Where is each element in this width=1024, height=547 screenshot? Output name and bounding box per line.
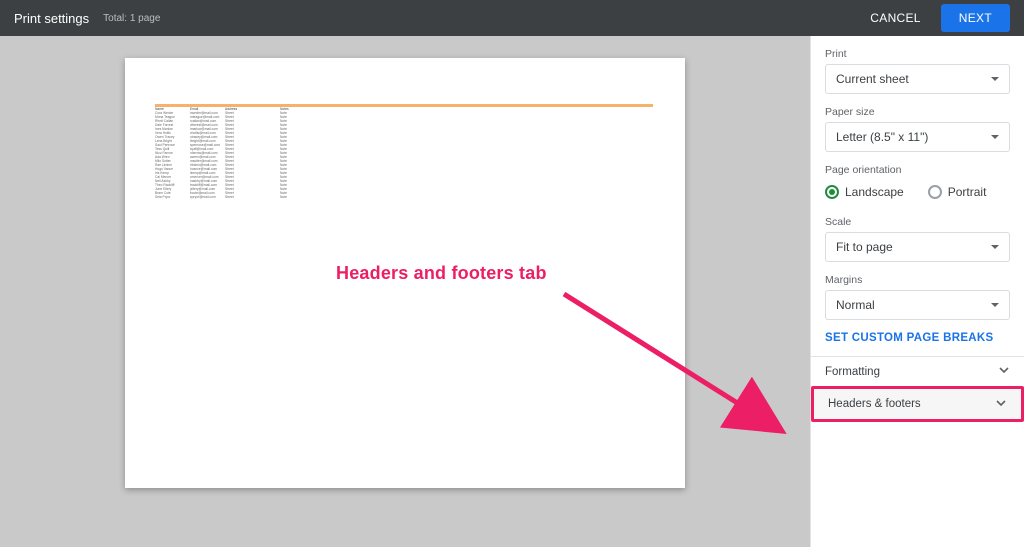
margins-value: Normal [836,298,875,312]
formatting-section-label: Formatting [825,366,880,378]
topbar: Print settings Total: 1 page CANCEL NEXT [0,0,1024,36]
chevron-down-icon [998,364,1010,379]
next-button[interactable]: NEXT [941,4,1010,32]
chevron-down-icon [995,397,1007,412]
orientation-landscape-label: Landscape [845,185,904,199]
orientation-landscape-option[interactable]: Landscape [825,185,904,199]
print-settings-sidebar: Print Current sheet Paper size Letter (8… [810,36,1024,547]
preview-cell: spryor@mail.com [190,195,225,199]
headers-footers-highlight: Headers & footers [811,386,1024,422]
page-orientation-label: Page orientation [825,164,1010,176]
preview-cell: Street [225,195,280,199]
orientation-portrait-label: Portrait [948,185,987,199]
radio-unchecked-icon [928,185,942,199]
preview-cell: Note [280,195,335,199]
paper-size-label: Paper size [825,106,1010,118]
print-range-select[interactable]: Current sheet [825,64,1010,94]
caret-down-icon [991,245,999,249]
caret-down-icon [991,303,999,307]
paper-size-value: Letter (8.5" x 11") [836,130,928,144]
preview-cell: Sela Pryor [155,195,190,199]
margins-select[interactable]: Normal [825,290,1010,320]
print-range-value: Current sheet [836,72,909,86]
orientation-portrait-option[interactable]: Portrait [928,185,987,199]
caret-down-icon [991,135,999,139]
radio-checked-icon [825,185,839,199]
cancel-button[interactable]: CANCEL [856,11,934,25]
formatting-section[interactable]: Formatting [811,356,1024,386]
page-title: Print settings [14,11,89,26]
page-count: Total: 1 page [103,13,160,24]
caret-down-icon [991,77,999,81]
set-custom-page-breaks-button[interactable]: SET CUSTOM PAGE BREAKS [825,332,1010,344]
scale-label: Scale [825,216,1010,228]
headers-footers-section-label: Headers & footers [828,398,921,410]
paper-size-select[interactable]: Letter (8.5" x 11") [825,122,1010,152]
preview-sheet: NameEmailAddressNotesCora Wexlercwexler@… [155,104,653,199]
print-range-label: Print [825,48,1010,60]
scale-select[interactable]: Fit to page [825,232,1010,262]
headers-footers-section[interactable]: Headers & footers [814,389,1021,419]
annotation-label: Headers and footers tab [336,263,547,284]
margins-label: Margins [825,274,1010,286]
print-preview-area: NameEmailAddressNotesCora Wexlercwexler@… [0,36,810,547]
scale-value: Fit to page [836,240,893,254]
